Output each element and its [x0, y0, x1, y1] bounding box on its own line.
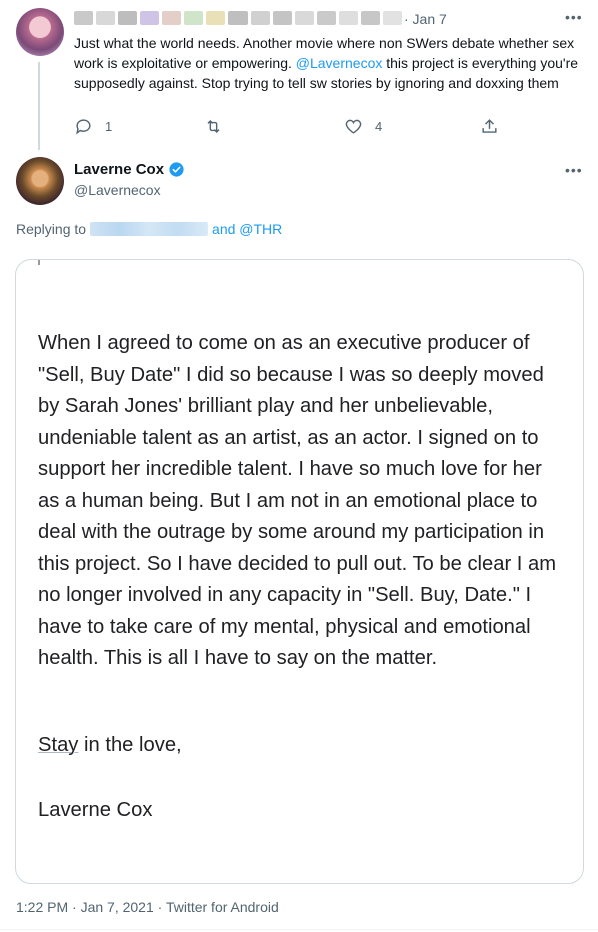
- reply-icon: [76, 119, 91, 135]
- attached-image[interactable]: When I agreed to come on as an executive…: [15, 259, 584, 884]
- reply-button[interactable]: 1: [74, 117, 112, 136]
- statement-text: When I agreed to come on as an executive…: [38, 332, 557, 669]
- closing-word: Stay: [38, 734, 79, 756]
- avatar[interactable]: [16, 157, 64, 205]
- share-button[interactable]: [480, 117, 499, 136]
- like-button[interactable]: 4: [344, 117, 382, 136]
- replying-to: Replying to and @THR: [16, 221, 282, 237]
- retweet-button[interactable]: [204, 117, 235, 136]
- blurred-handle[interactable]: [90, 222, 209, 236]
- divider: [0, 929, 598, 930]
- more-options-icon[interactable]: •••: [565, 163, 583, 177]
- mention-link[interactable]: @Lavernecox: [296, 55, 383, 71]
- replying-handles[interactable]: and @THR: [212, 221, 282, 237]
- tweet-actions: 1 4: [74, 117, 514, 137]
- like-count: 4: [375, 119, 383, 134]
- avatar[interactable]: [16, 8, 64, 56]
- blurred-author-name[interactable]: [74, 11, 402, 25]
- more-options-icon[interactable]: •••: [565, 10, 583, 24]
- tweet-text: Just what the world needs. Another movie…: [74, 33, 586, 93]
- closing-line: Stay in the love,: [38, 734, 182, 757]
- replying-prefix: Replying to: [16, 221, 87, 237]
- closing-rest: in the love,: [78, 734, 182, 756]
- share-icon: [482, 119, 497, 133]
- thread-connector-line: [38, 62, 40, 150]
- like-icon: [345, 119, 362, 134]
- scan-mark: [38, 260, 40, 265]
- retweet-icon: [207, 119, 220, 134]
- tweet-timestamp[interactable]: 1:22 PM · Jan 7, 2021 · Twitter for Andr…: [16, 899, 279, 915]
- signature: Laverne Cox: [38, 799, 153, 821]
- author-name[interactable]: Laverne Cox: [74, 161, 185, 178]
- author-handle[interactable]: @Lavernecox: [74, 182, 161, 198]
- verified-badge-icon: [169, 162, 184, 177]
- reply-count: 1: [105, 119, 113, 134]
- tweet-date[interactable]: · Jan 7: [404, 11, 447, 27]
- display-name[interactable]: Laverne Cox: [74, 161, 164, 178]
